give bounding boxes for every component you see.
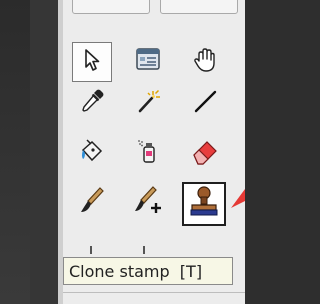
panel-divider [63,292,245,293]
arrow-pointer-icon [79,47,105,77]
tool-brush-plus[interactable] [128,182,168,222]
eraser-icon [190,136,220,170]
tool-eraser[interactable] [185,133,225,173]
browser-window-icon [134,46,162,78]
brush-plus-icon [132,184,164,220]
top-button-right[interactable] [160,0,238,14]
background-left [0,0,30,304]
clone-stamp-icon [188,185,220,223]
paint-bucket-icon [77,136,107,170]
tool-hand[interactable] [185,42,225,82]
next-row-hint [90,246,92,254]
tool-pointer[interactable] [72,42,112,82]
tool-line[interactable] [185,83,225,123]
tooltip-text: Clone stamp [T] [69,261,203,281]
eyedropper-icon [78,87,106,119]
line-icon [191,87,219,119]
spray-can-icon [134,136,162,170]
tool-browse[interactable] [128,42,168,82]
hand-icon [191,46,219,78]
tool-brush[interactable] [72,182,112,222]
tool-spray[interactable] [128,133,168,173]
pointer-arrow-indicator [229,187,245,215]
tool-clone-stamp[interactable] [182,182,226,226]
next-row-hint [143,246,145,254]
brush-icon [77,185,107,219]
tool-magic-wand[interactable] [128,83,168,123]
tool-eyedropper[interactable] [72,83,112,123]
magic-wand-icon [134,87,162,119]
tooltip: Clone stamp [T] [63,257,233,285]
top-button-left[interactable] [72,0,150,14]
tool-paint-bucket[interactable] [72,133,112,173]
